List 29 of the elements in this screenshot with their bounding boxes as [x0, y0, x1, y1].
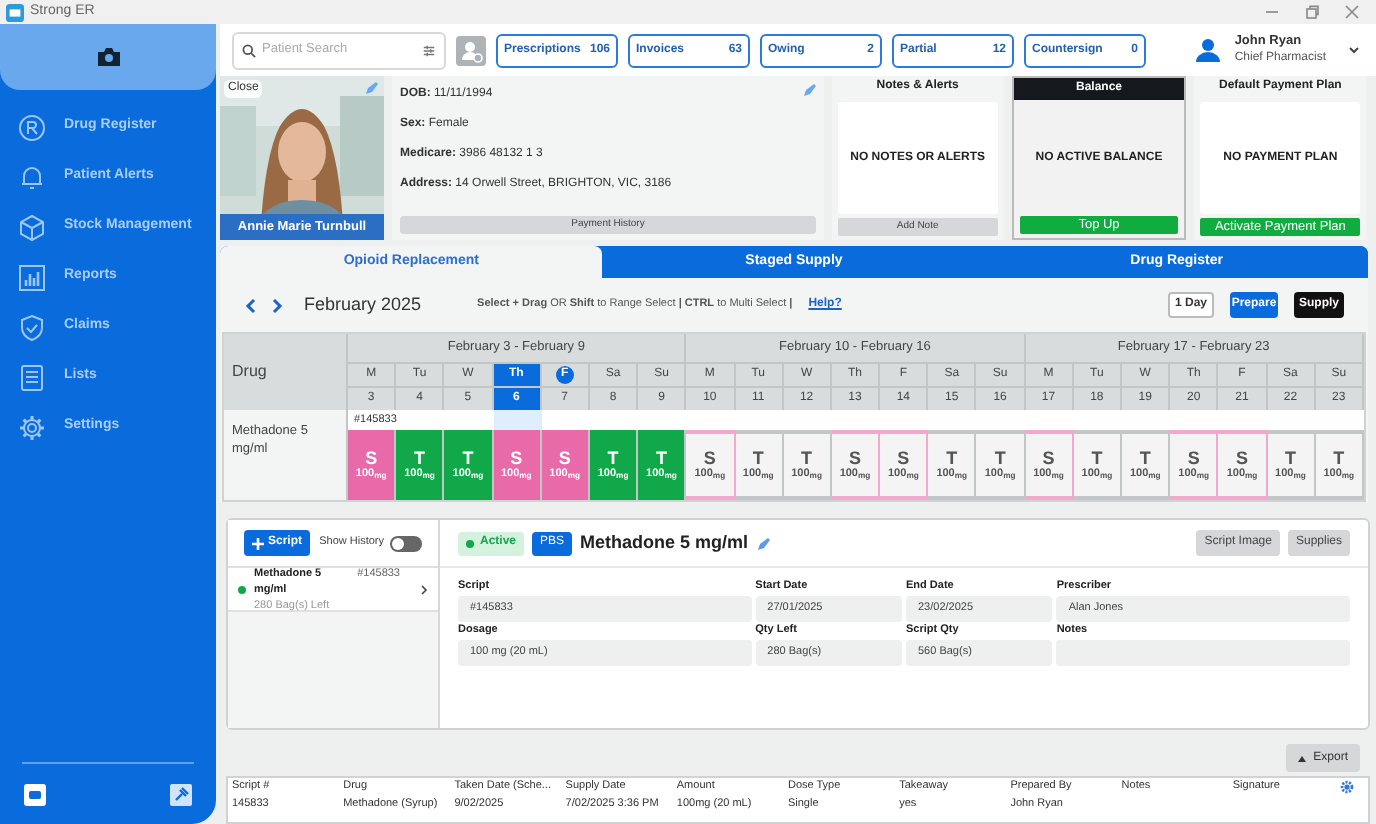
- bar-chart-icon: [18, 263, 46, 291]
- camera-icon[interactable]: [97, 48, 119, 66]
- shield-check-icon: [18, 313, 46, 341]
- filter-icon[interactable]: [422, 43, 436, 57]
- previous-icon[interactable]: [244, 297, 256, 313]
- next-icon[interactable]: [272, 297, 284, 313]
- edit-icon[interactable]: [802, 82, 818, 98]
- list-icon: [18, 363, 46, 391]
- settings-icon[interactable]: [1339, 780, 1354, 794]
- bell-icon: [18, 163, 46, 191]
- close-icon[interactable]: [1344, 4, 1360, 20]
- chevron-right-icon: [420, 583, 428, 595]
- chevron-down-icon[interactable]: [1348, 44, 1360, 56]
- app-logo-icon[interactable]: [24, 783, 46, 805]
- app-logo-icon: [6, 3, 24, 21]
- rx-icon: [18, 113, 46, 141]
- triangle-up-icon: [1297, 755, 1306, 761]
- edit-icon[interactable]: [756, 535, 773, 551]
- history-toggle[interactable]: [390, 535, 422, 551]
- selected-day-highlight: [493, 410, 542, 430]
- box-icon: [18, 213, 46, 241]
- user-icon: [1196, 38, 1221, 62]
- search-icon: [242, 43, 256, 57]
- script-title: Methadone 5 mg/ml: [580, 529, 749, 556]
- settings-icon: [18, 413, 46, 441]
- plus-icon: [252, 537, 264, 549]
- month-label: February 2025: [304, 291, 422, 318]
- pin-icon[interactable]: [170, 783, 192, 805]
- restore-icon[interactable]: [1304, 4, 1320, 20]
